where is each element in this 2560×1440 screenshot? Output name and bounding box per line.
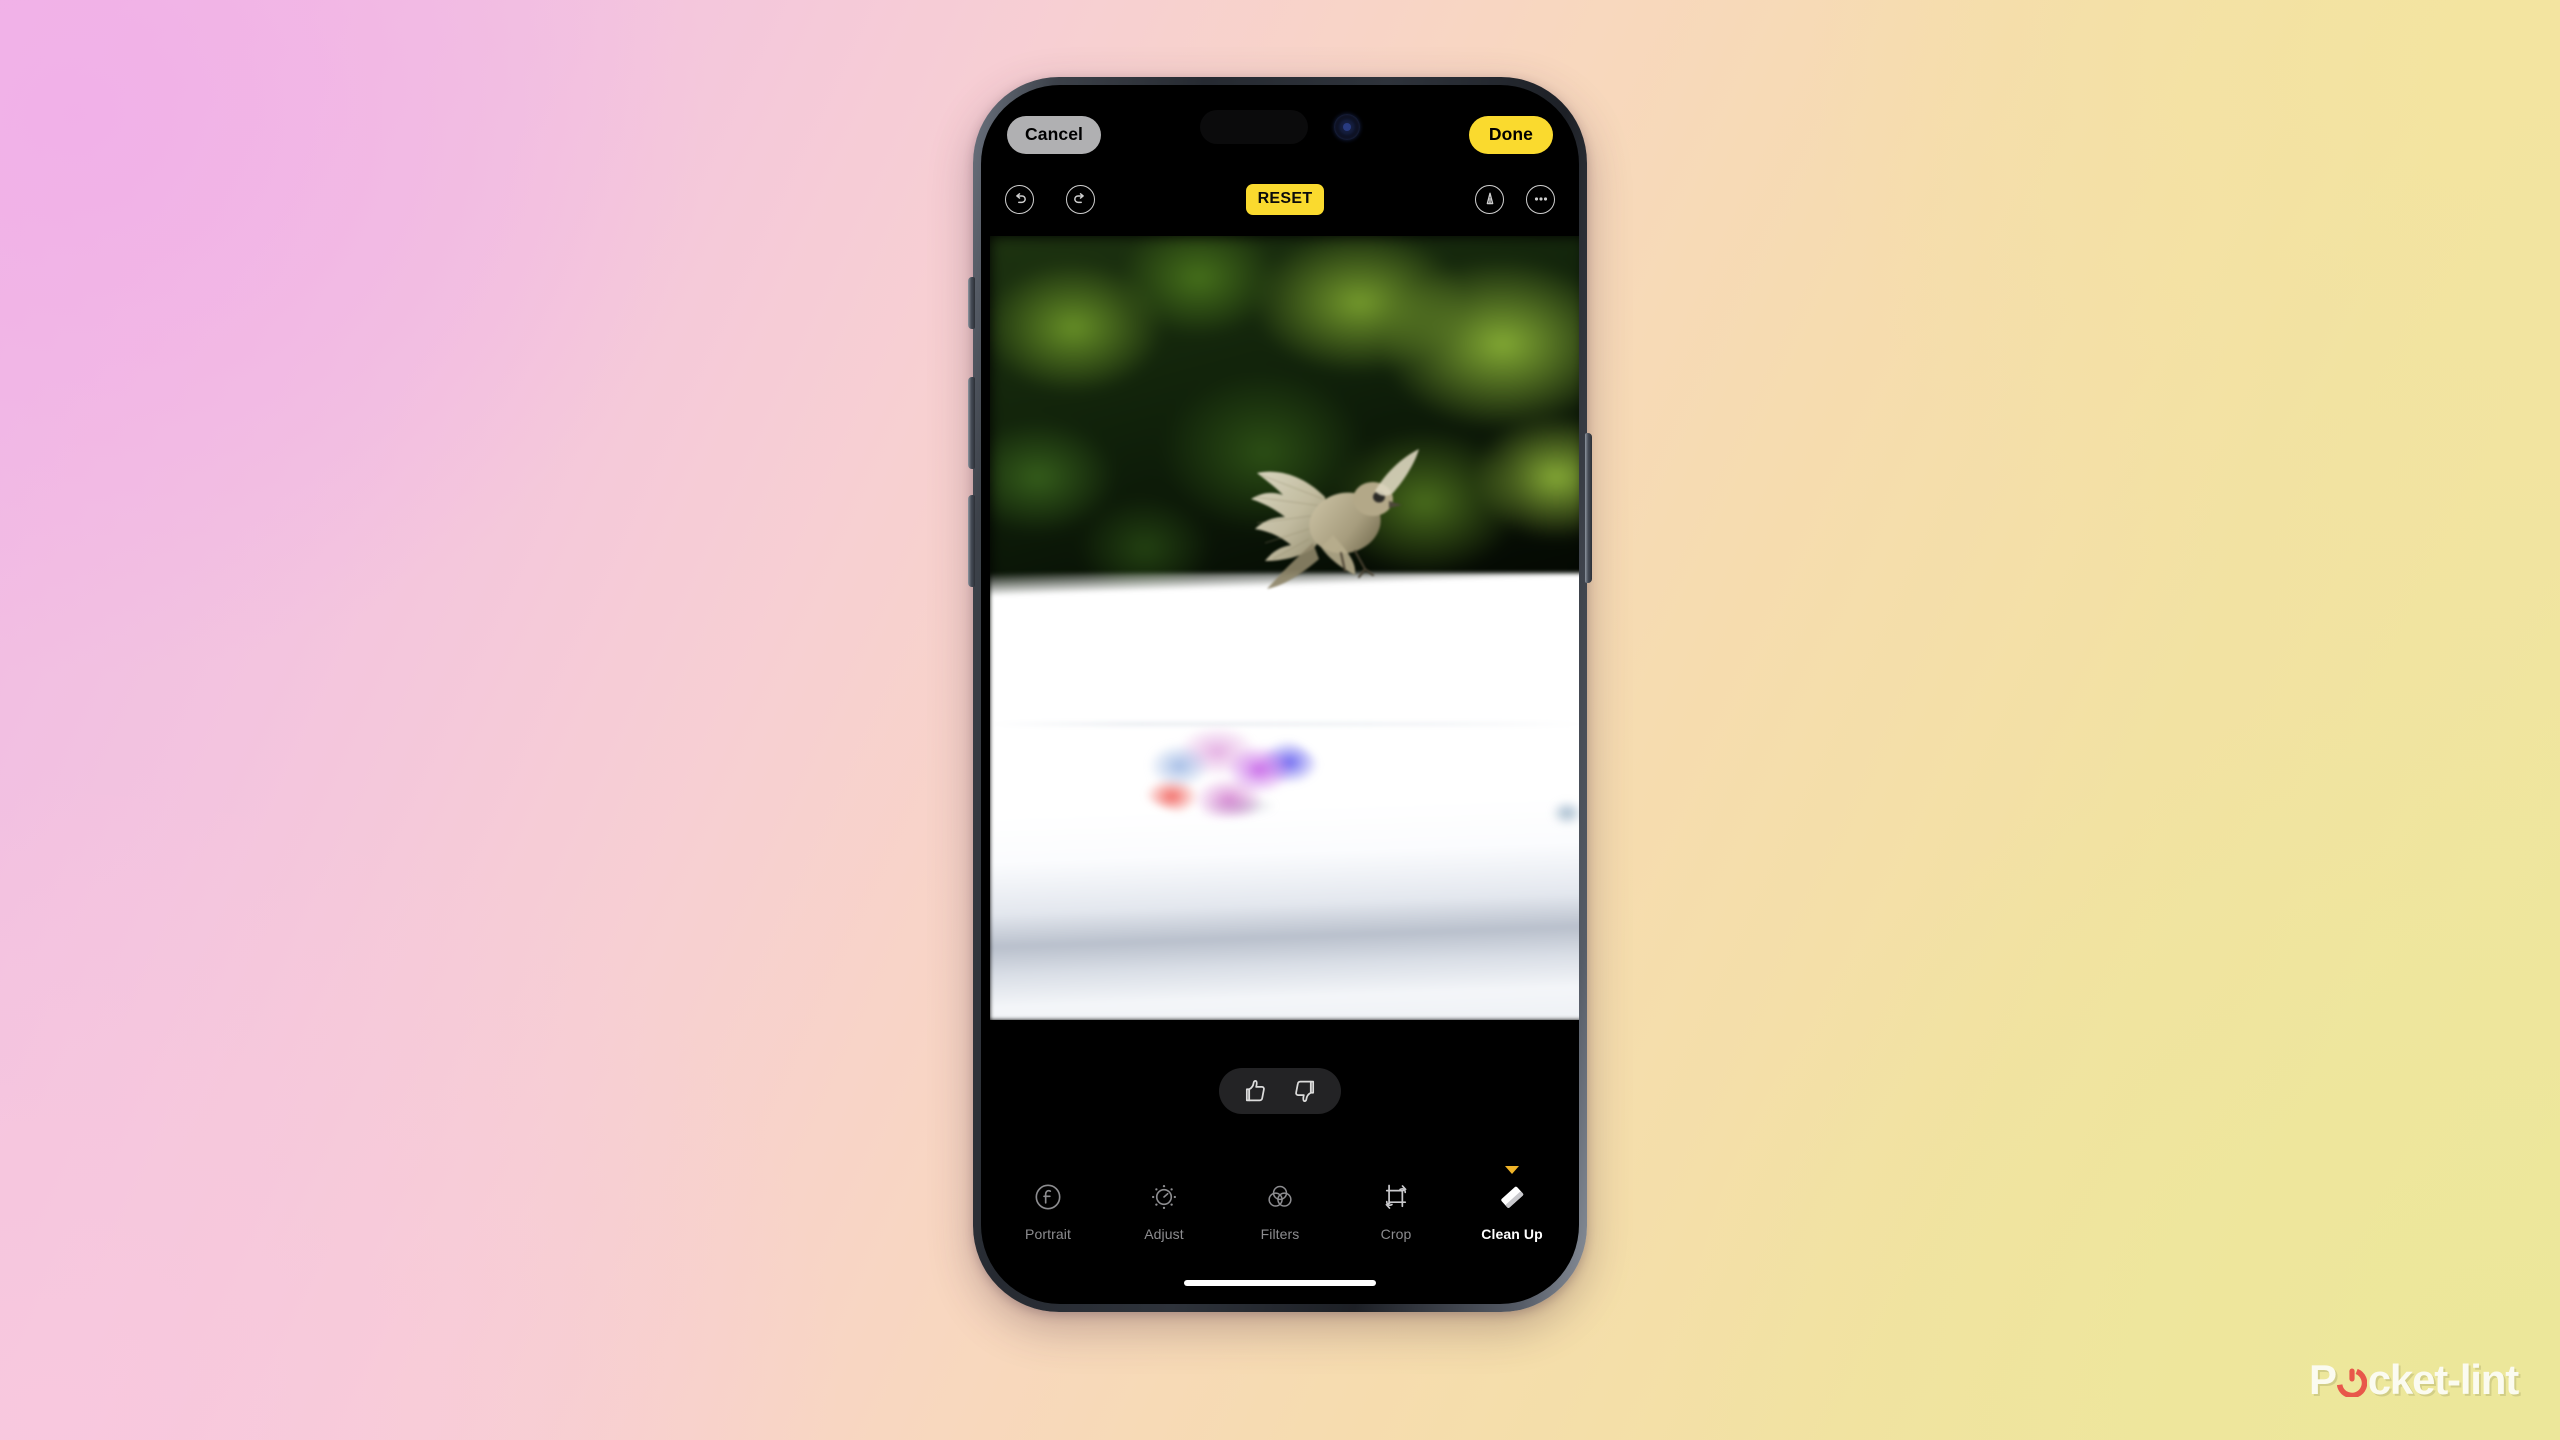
tool-label: Portrait bbox=[1025, 1226, 1071, 1242]
adjust-dial-icon bbox=[1149, 1178, 1179, 1216]
more-options-button[interactable] bbox=[1526, 184, 1555, 214]
home-indicator[interactable] bbox=[1184, 1280, 1376, 1286]
cancel-button[interactable]: Cancel bbox=[1007, 116, 1101, 154]
done-button[interactable]: Done bbox=[1468, 116, 1553, 154]
action-button[interactable] bbox=[968, 277, 975, 329]
pocket-lint-watermark: P cket-lint bbox=[2308, 1356, 2519, 1404]
thumbs-down-icon[interactable] bbox=[1291, 1077, 1319, 1105]
tool-label: Filters bbox=[1260, 1226, 1300, 1242]
photo-bird-subject bbox=[1205, 411, 1435, 601]
power-icon bbox=[2336, 1367, 2367, 1397]
tool-crop[interactable]: Crop bbox=[1357, 1178, 1435, 1242]
editor-tool-strip: Portrait Adjust Filters Crop Clean Up bbox=[981, 1166, 1579, 1242]
photo-preview-canvas[interactable] bbox=[990, 236, 1579, 1020]
redo-arrow-icon bbox=[1072, 191, 1089, 208]
undo-arrow-icon bbox=[1011, 191, 1028, 208]
portrait-f-icon bbox=[1034, 1178, 1062, 1216]
tool-adjust[interactable]: Adjust bbox=[1125, 1178, 1203, 1242]
tool-label: Crop bbox=[1380, 1226, 1412, 1242]
undo-button[interactable] bbox=[1005, 184, 1034, 214]
volume-down-button[interactable] bbox=[968, 495, 975, 587]
tool-clean-up[interactable]: Clean Up bbox=[1473, 1166, 1551, 1242]
tool-portrait[interactable]: Portrait bbox=[1009, 1178, 1087, 1242]
photo-blue-smudge bbox=[1542, 796, 1579, 830]
tool-filters[interactable]: Filters bbox=[1241, 1178, 1319, 1242]
side-power-button[interactable] bbox=[1585, 433, 1592, 583]
markup-pen-icon bbox=[1481, 190, 1499, 208]
thumbs-up-icon[interactable] bbox=[1241, 1077, 1269, 1105]
volume-up-button[interactable] bbox=[968, 377, 975, 469]
more-ellipsis-icon bbox=[1532, 190, 1550, 208]
filters-circles-icon bbox=[1265, 1178, 1295, 1216]
editor-top-bar: Cancel Done bbox=[981, 85, 1579, 167]
reset-button[interactable]: RESET bbox=[1245, 183, 1325, 215]
redo-button[interactable] bbox=[1066, 184, 1095, 214]
cleanup-selection-highlight[interactable] bbox=[1130, 728, 1320, 818]
watermark-text-after: cket-lint bbox=[2367, 1356, 2519, 1403]
edit-action-toolbar: RESET bbox=[981, 175, 1579, 223]
screenshot-stage: Cancel Done RESET Portrait Adjust Filter… bbox=[0, 0, 2560, 1440]
markup-button[interactable] bbox=[1475, 184, 1504, 214]
cleanup-eraser-icon bbox=[1496, 1178, 1528, 1216]
watermark-text-before: P bbox=[2308, 1356, 2337, 1403]
crop-rotate-icon bbox=[1381, 1178, 1411, 1216]
tool-label: Adjust bbox=[1144, 1226, 1184, 1242]
phone-screen: Cancel Done RESET Portrait Adjust Filter… bbox=[981, 85, 1579, 1304]
photo-surface-crease bbox=[990, 723, 1579, 726]
feedback-pill bbox=[1219, 1068, 1341, 1114]
selected-tool-caret bbox=[1505, 1166, 1519, 1174]
phone-device-frame: Cancel Done RESET Portrait Adjust Filter… bbox=[968, 77, 1592, 1312]
tool-label: Clean Up bbox=[1481, 1226, 1543, 1242]
